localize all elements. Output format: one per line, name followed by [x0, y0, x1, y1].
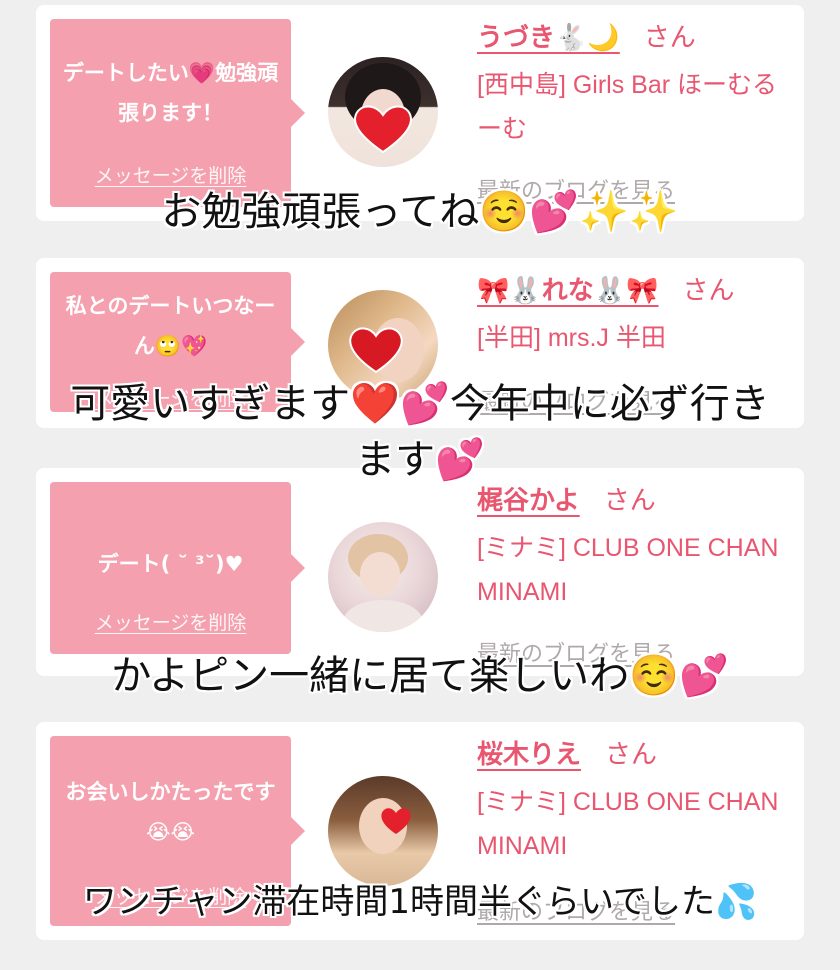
user-name-link[interactable]: 🎀🐰れな🐰🎀: [477, 276, 659, 306]
message-text: お会いしかたったです😭😭: [65, 780, 276, 844]
user-name-link[interactable]: 桜木りえ: [477, 740, 581, 770]
message-bubble: デート( ˘ ³˘)♥ メッセージを削除: [50, 482, 305, 654]
delete-message-link[interactable]: メッセージを削除: [50, 161, 291, 188]
honorific: さん: [605, 740, 658, 770]
name-line: 桜木りえ さん: [477, 738, 797, 772]
avatar-image: [343, 534, 423, 632]
user-card: デート( ˘ ³˘)♥ メッセージを削除 梶谷かよ さん [ミナミ] CLUB O…: [36, 468, 804, 676]
shop-name: [半田] mrs.J 半田: [477, 324, 666, 352]
avatar[interactable]: [328, 522, 438, 632]
caption-overlay: ワンチャン滞在時間1時間半ぐらいでした💦: [82, 882, 758, 922]
user-name-link[interactable]: うづき🐇🌙: [477, 23, 620, 53]
avatar[interactable]: [328, 776, 438, 886]
caption-overlay: お勉強頑張ってね☺️💕✨✨: [161, 189, 679, 235]
caption-overlay: ます💕: [355, 437, 485, 483]
caption-overlay: 可愛いすぎます❤️💕今年中に必ず行き: [70, 381, 770, 427]
user-info: うづき🐇🌙 さん [西中島] Girls Bar ほーむるーむ: [477, 21, 797, 151]
delete-message-link[interactable]: メッセージを削除: [50, 608, 291, 635]
shop-name: [ミナミ] CLUB ONE CHAN MINAMI: [477, 788, 779, 860]
name-line: うづき🐇🌙 さん: [477, 21, 797, 55]
message-text: デート( ˘ ³˘)♥: [97, 552, 244, 576]
message-bubble: デートしたい💗勉強頑張ります！ メッセージを削除: [50, 19, 305, 207]
avatar-image: [359, 798, 411, 854]
honorific: さん: [603, 486, 656, 516]
message-text: デートしたい💗勉強頑張ります！: [62, 61, 279, 125]
name-line: 🎀🐰れな🐰🎀 さん: [477, 274, 797, 308]
honorific: さん: [682, 276, 735, 306]
shop-name: [ミナミ] CLUB ONE CHAN MINAMI: [477, 534, 779, 606]
message-text: 私とのデートいつなーん🙄💖: [65, 294, 276, 358]
user-name-link[interactable]: 梶谷かよ: [477, 486, 580, 516]
avatar-image: [345, 63, 421, 154]
avatar[interactable]: [328, 57, 438, 167]
shop-name: [西中島] Girls Bar ほーむるーむ: [477, 71, 778, 143]
name-line: 梶谷かよ さん: [477, 484, 797, 518]
caption-overlay: かよピン一緒に居て楽しいわ☺️💕: [111, 653, 729, 699]
user-info: 梶谷かよ さん [ミナミ] CLUB ONE CHAN MINAMI: [477, 484, 797, 614]
honorific: さん: [643, 23, 696, 53]
user-info: 桜木りえ さん [ミナミ] CLUB ONE CHAN MINAMI: [477, 738, 797, 868]
user-info: 🎀🐰れな🐰🎀 さん [半田] mrs.J 半田: [477, 274, 797, 360]
